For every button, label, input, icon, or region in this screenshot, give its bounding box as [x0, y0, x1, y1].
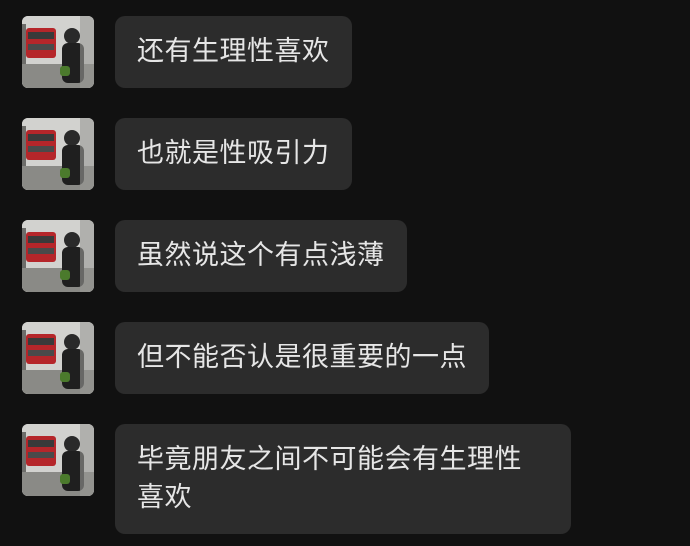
message-bubble[interactable]: 但不能否认是很重要的一点: [115, 322, 489, 394]
avatar-photo-icon: [22, 322, 94, 394]
message-row: 还有生理性喜欢: [22, 16, 352, 88]
avatar-photo-icon: [22, 424, 94, 496]
chat-view: 还有生理性喜欢 也就是性吸引力 虽然说这个有点浅薄 但不能否认是很重要的一点 毕…: [0, 0, 690, 546]
message-row: 也就是性吸引力: [22, 118, 352, 190]
message-bubble[interactable]: 虽然说这个有点浅薄: [115, 220, 407, 292]
message-row: 毕竟朋友之间不可能会有生理性喜欢: [22, 424, 571, 534]
message-row: 虽然说这个有点浅薄: [22, 220, 407, 292]
avatar[interactable]: [22, 424, 94, 496]
avatar-photo-icon: [22, 118, 94, 190]
message-bubble[interactable]: 毕竟朋友之间不可能会有生理性喜欢: [115, 424, 571, 534]
avatar[interactable]: [22, 118, 94, 190]
avatar[interactable]: [22, 322, 94, 394]
message-bubble[interactable]: 也就是性吸引力: [115, 118, 352, 190]
avatar-photo-icon: [22, 220, 94, 292]
message-row: 但不能否认是很重要的一点: [22, 322, 489, 394]
avatar[interactable]: [22, 220, 94, 292]
message-bubble[interactable]: 还有生理性喜欢: [115, 16, 352, 88]
avatar[interactable]: [22, 16, 94, 88]
avatar-photo-icon: [22, 16, 94, 88]
